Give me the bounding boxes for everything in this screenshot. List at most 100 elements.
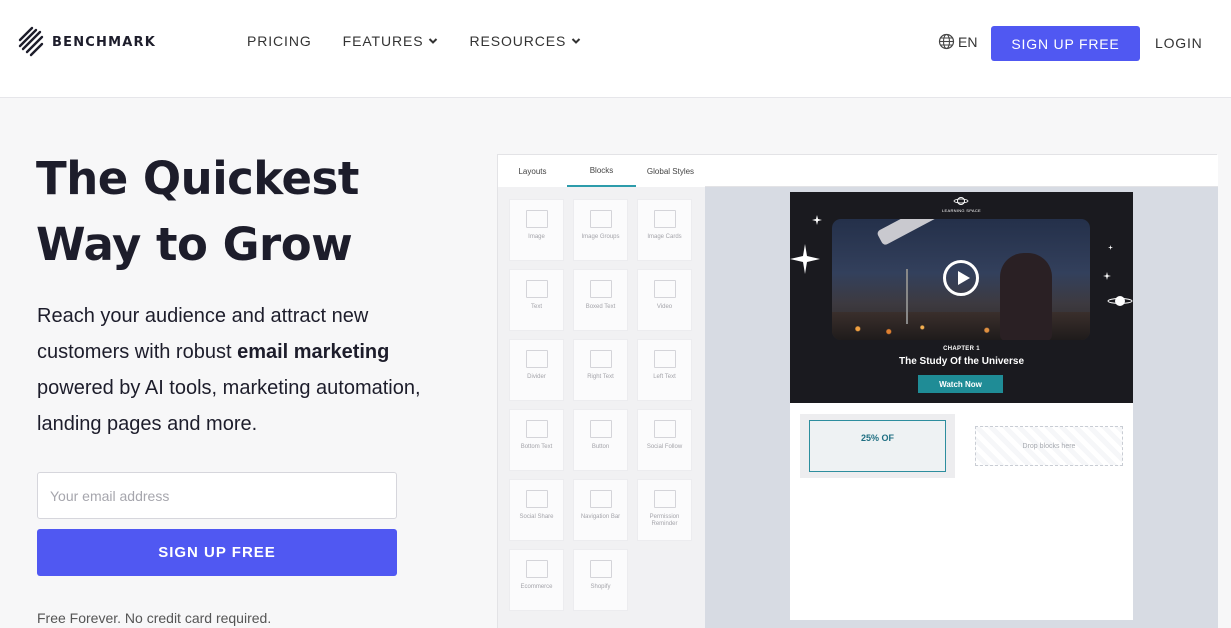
block-social-follow[interactable]: Social Follow	[637, 409, 692, 471]
nav-features-label: FEATURES	[342, 33, 424, 49]
email-input[interactable]	[37, 472, 397, 519]
block-ecommerce[interactable]: Ecommerce	[509, 549, 564, 611]
block-label: Navigation Bar	[580, 514, 621, 520]
site-header: BENCHMARK PRICING FEATURES RESOURCES EN …	[0, 0, 1231, 98]
hero-title-line1: The Quickest	[36, 152, 359, 205]
social-share-icon	[525, 490, 548, 508]
email-hero-section: LEARNING SPACE CHAPTER 1 The Study Of th…	[790, 192, 1133, 403]
block-label: Text	[530, 304, 542, 310]
tab-blocks[interactable]: Blocks	[567, 155, 636, 187]
main-nav: PRICING FEATURES RESOURCES	[247, 33, 581, 49]
block-social-share[interactable]: Social Share	[509, 479, 564, 541]
sparkle-icon	[790, 244, 820, 274]
language-label: EN	[958, 33, 978, 50]
brand-name: BENCHMARK	[52, 34, 156, 50]
nav-resources[interactable]: RESOURCES	[469, 33, 581, 49]
boxed-text-icon	[589, 280, 612, 298]
hero-sub-bold: email marketing	[237, 341, 390, 363]
image-cards-icon	[653, 210, 676, 228]
block-divider[interactable]: Divider	[509, 339, 564, 401]
block-label: Shopify	[590, 584, 611, 590]
brand-logo[interactable]: BENCHMARK	[18, 24, 156, 60]
block-video[interactable]: Video	[637, 269, 692, 331]
block-text[interactable]: Text	[509, 269, 564, 331]
tab-layouts[interactable]: Layouts	[498, 155, 567, 187]
nav-resources-label: RESOURCES	[469, 33, 567, 49]
left-text-icon	[653, 350, 676, 368]
nav-pricing[interactable]: PRICING	[247, 33, 312, 49]
benchmark-logo-icon	[18, 26, 44, 57]
block-label: Right Text	[587, 374, 614, 380]
drop-zone[interactable]: Drop blocks here	[975, 426, 1123, 466]
social-follow-icon	[653, 420, 676, 438]
block-image-groups[interactable]: Image Groups	[573, 199, 628, 261]
sparkle-icon	[1103, 272, 1111, 280]
editor-topbar	[705, 155, 1218, 187]
block-label: Social Share	[519, 514, 554, 520]
block-label: Bottom Text	[520, 444, 553, 450]
hero-sub-part2: powered by AI tools, marketing automatio…	[37, 377, 421, 435]
chevron-down-icon	[572, 38, 581, 44]
promo-block[interactable]: 25% OF	[800, 414, 955, 478]
block-boxed-text[interactable]: Boxed Text	[573, 269, 628, 331]
email-preview: LEARNING SPACE CHAPTER 1 The Study Of th…	[790, 192, 1133, 620]
tripod	[906, 269, 908, 324]
block-label: Left Text	[653, 374, 676, 380]
video-thumbnail[interactable]	[832, 219, 1090, 340]
block-button[interactable]: Button	[573, 409, 628, 471]
email-brand-label: LEARNING SPACE	[941, 208, 982, 213]
block-image[interactable]: Image	[509, 199, 564, 261]
button-icon	[589, 420, 612, 438]
email-editor-preview: Layouts Blocks Global Styles Image Image…	[497, 154, 1218, 628]
block-shopify[interactable]: Shopify	[573, 549, 628, 611]
watch-now-button[interactable]: Watch Now	[918, 375, 1003, 393]
hero-title-line2: Way to Grow	[36, 218, 353, 271]
telescope	[876, 219, 946, 247]
block-label: Image Groups	[581, 234, 620, 240]
sparkle-icon	[812, 215, 822, 225]
hero-title: The Quickest Way to Grow	[36, 146, 456, 278]
block-label: Ecommerce	[520, 584, 553, 590]
block-navigation-bar[interactable]: Navigation Bar	[573, 479, 628, 541]
language-selector[interactable]: EN	[938, 33, 977, 50]
header-signup-button[interactable]: SIGN UP FREE	[991, 26, 1140, 61]
editor-tabs: Layouts Blocks Global Styles	[498, 155, 705, 187]
tab-global-styles[interactable]: Global Styles	[636, 155, 705, 187]
blocks-panel: Image Image Groups Image Cards Text Boxe…	[498, 187, 705, 628]
block-label: Divider	[527, 374, 546, 380]
block-label: Social Follow	[646, 444, 683, 450]
planet-icon	[1107, 296, 1133, 306]
globe-icon	[938, 33, 955, 50]
nav-features[interactable]: FEATURES	[343, 33, 439, 49]
block-label: Image	[528, 234, 545, 240]
login-link[interactable]: LOGIN	[1155, 35, 1203, 51]
block-label: Button	[591, 444, 610, 450]
shopify-icon	[589, 560, 612, 578]
email-chapter: CHAPTER 1	[943, 346, 980, 352]
block-permission-reminder[interactable]: Permission Reminder	[637, 479, 692, 541]
email-heading: The Study Of the Universe	[898, 356, 1025, 367]
block-bottom-text[interactable]: Bottom Text	[509, 409, 564, 471]
promo-coupon: 25% OF	[809, 420, 946, 472]
chevron-down-icon	[429, 38, 438, 44]
block-left-text[interactable]: Left Text	[637, 339, 692, 401]
block-label: Video	[656, 304, 673, 310]
block-label: Boxed Text	[585, 304, 616, 310]
block-right-text[interactable]: Right Text	[573, 339, 628, 401]
cart-icon	[525, 560, 548, 578]
hero-signup-button[interactable]: SIGN UP FREE	[37, 529, 397, 576]
fineprint: Free Forever. No credit card required.	[37, 610, 272, 626]
block-image-cards[interactable]: Image Cards	[637, 199, 692, 261]
play-icon[interactable]	[943, 260, 979, 296]
divider-icon	[525, 350, 548, 368]
block-label: Permission Reminder	[649, 514, 680, 527]
video-icon	[653, 280, 676, 298]
text-icon	[525, 280, 548, 298]
planet-logo-icon	[953, 197, 969, 205]
sparkle-icon	[1108, 245, 1113, 250]
image-groups-icon	[589, 210, 612, 228]
person-silhouette	[1000, 253, 1052, 340]
hero-subtitle: Reach your audience and attract new cust…	[37, 298, 437, 442]
editor-canvas: LEARNING SPACE CHAPTER 1 The Study Of th…	[705, 187, 1218, 628]
right-text-icon	[589, 350, 612, 368]
